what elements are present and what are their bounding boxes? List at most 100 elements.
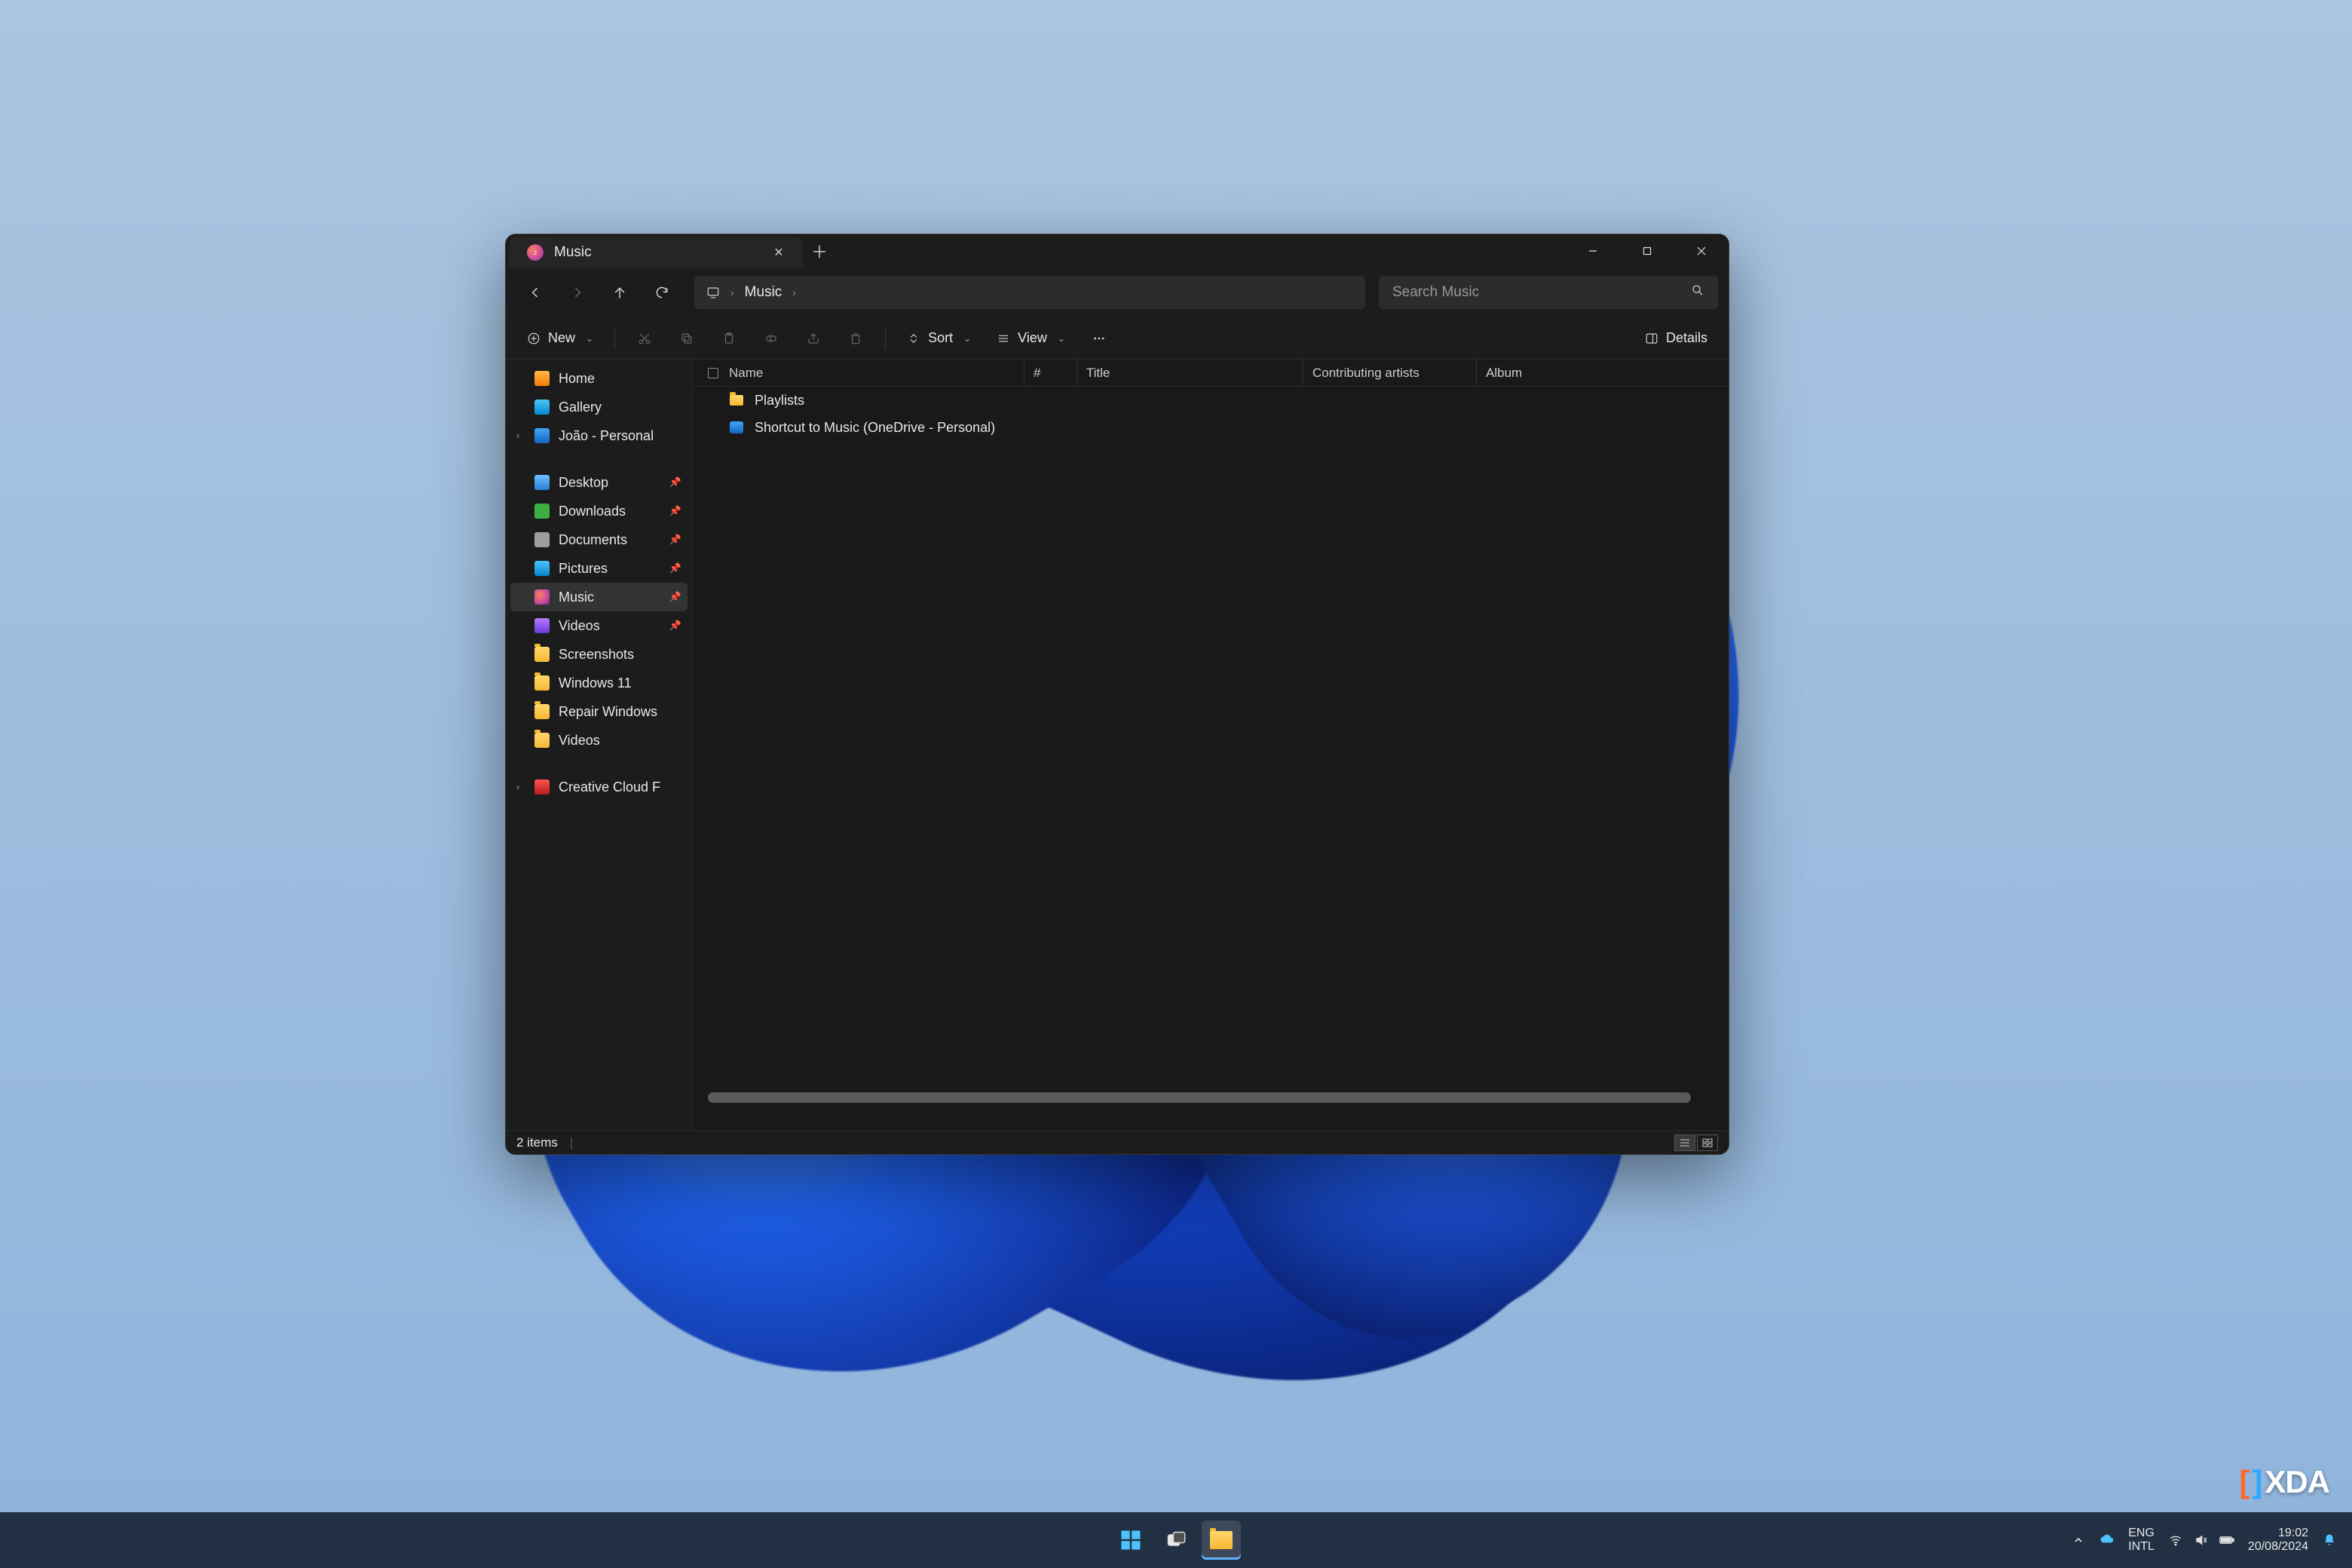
- column-album[interactable]: Album: [1477, 360, 1628, 386]
- sort-button[interactable]: Sort⌄: [896, 323, 982, 354]
- share-icon: [807, 332, 820, 345]
- details-pane-icon: [1645, 332, 1658, 345]
- delete-button[interactable]: [837, 323, 874, 354]
- windows-icon: [1119, 1529, 1142, 1551]
- paste-button[interactable]: [710, 323, 748, 354]
- trash-icon: [849, 332, 862, 345]
- back-button[interactable]: [516, 276, 554, 309]
- pin-icon: 📌: [669, 591, 681, 603]
- sidebar-item-gallery[interactable]: Gallery: [510, 393, 688, 421]
- start-button[interactable]: [1111, 1521, 1150, 1560]
- close-tab-button[interactable]: ✕: [768, 242, 789, 263]
- sidebar-item-home[interactable]: Home: [510, 364, 688, 393]
- rename-button[interactable]: [752, 323, 790, 354]
- share-button[interactable]: [795, 323, 832, 354]
- clipboard-icon: [722, 332, 736, 345]
- list-icon: [997, 332, 1010, 345]
- folder-icon: [1210, 1531, 1233, 1549]
- close-window-button[interactable]: [1674, 234, 1729, 268]
- column-title[interactable]: Title: [1077, 360, 1303, 386]
- titlebar: ♪ Music ✕ ＋: [506, 234, 1729, 268]
- sidebar-item-creative-cloud[interactable]: ›Creative Cloud F: [510, 773, 688, 801]
- column-headers: Name # Title Contributing artists Album: [693, 360, 1729, 387]
- pin-icon: 📌: [669, 620, 681, 632]
- sidebar-item-documents[interactable]: Documents📌: [510, 525, 688, 554]
- pictures-icon: [534, 561, 550, 576]
- watermark: []XDA: [2239, 1464, 2329, 1500]
- sidebar-item-personal[interactable]: ›João - Personal: [510, 421, 688, 450]
- chevron-right-icon: ›: [730, 286, 734, 299]
- onedrive-icon: [534, 428, 550, 443]
- sidebar-item-videos[interactable]: Videos📌: [510, 611, 688, 640]
- up-button[interactable]: [601, 276, 639, 309]
- folder-icon: [729, 393, 744, 408]
- file-explorer-taskbar-button[interactable]: [1202, 1521, 1241, 1560]
- sidebar-item-desktop[interactable]: Desktop📌: [510, 468, 688, 497]
- chevron-right-icon: ›: [792, 286, 796, 299]
- language-indicator[interactable]: ENG INTL: [2128, 1527, 2154, 1554]
- videos-icon: [534, 618, 550, 633]
- taskview-icon: [1165, 1530, 1187, 1551]
- column-name[interactable]: Name: [708, 360, 1024, 386]
- search-icon: [1691, 283, 1704, 302]
- music-icon: [534, 590, 550, 605]
- column-contributing[interactable]: Contributing artists: [1303, 360, 1477, 386]
- sidebar-item-screenshots[interactable]: Screenshots: [510, 640, 688, 669]
- sidebar-item-repair[interactable]: Repair Windows: [510, 697, 688, 726]
- clock[interactable]: 19:02 20/08/2024: [2248, 1527, 2308, 1554]
- sidebar-item-downloads[interactable]: Downloads📌: [510, 497, 688, 525]
- more-button[interactable]: [1080, 323, 1118, 354]
- navigation-row: › Music › Search Music: [506, 268, 1729, 317]
- item-count: 2 items: [516, 1135, 558, 1150]
- tab-title: Music: [554, 244, 758, 261]
- tab-music[interactable]: ♪ Music ✕: [509, 237, 803, 268]
- volume-icon: [2194, 1533, 2209, 1548]
- gallery-icon: [534, 400, 550, 415]
- scissors-icon: [638, 332, 651, 345]
- new-tab-button[interactable]: ＋: [803, 234, 836, 268]
- onedrive-tray-icon[interactable]: [2099, 1533, 2115, 1548]
- address-segment[interactable]: Music: [745, 284, 782, 301]
- folder-icon: [534, 704, 550, 719]
- taskbar[interactable]: ENG INTL 19:02 20/08/2024: [0, 1512, 2352, 1568]
- folder-icon: [534, 647, 550, 662]
- sidebar-item-pictures[interactable]: Pictures📌: [510, 554, 688, 583]
- forward-button[interactable]: [559, 276, 596, 309]
- toolbar: New⌄ Sort⌄ View⌄ Details: [506, 317, 1729, 360]
- details-button[interactable]: Details: [1634, 323, 1718, 354]
- search-input[interactable]: Search Music: [1379, 276, 1718, 309]
- shortcut-icon: [729, 420, 744, 435]
- tray-expand-button[interactable]: [2071, 1533, 2086, 1548]
- sidebar-item-music[interactable]: Music📌: [510, 583, 688, 611]
- new-button[interactable]: New⌄: [516, 323, 604, 354]
- battery-icon: [2219, 1533, 2234, 1548]
- file-row-playlists[interactable]: Playlists: [693, 387, 1729, 414]
- plus-circle-icon: [527, 332, 541, 345]
- folder-icon: [534, 675, 550, 691]
- navigation-pane[interactable]: Home Gallery ›João - Personal Desktop📌 D…: [506, 360, 693, 1130]
- sidebar-item-windows11[interactable]: Windows 11: [510, 669, 688, 697]
- details-view-button[interactable]: [1674, 1135, 1695, 1151]
- sidebar-item-videos2[interactable]: Videos: [510, 726, 688, 755]
- thumbnails-view-button[interactable]: [1697, 1135, 1718, 1151]
- sort-icon: [907, 332, 920, 345]
- wifi-icon: [2168, 1533, 2183, 1548]
- notifications-button[interactable]: [2322, 1533, 2337, 1548]
- pin-icon: 📌: [669, 562, 681, 574]
- pin-icon: 📌: [669, 476, 681, 488]
- view-button[interactable]: View⌄: [986, 323, 1076, 354]
- column-number[interactable]: #: [1024, 360, 1077, 386]
- refresh-button[interactable]: [643, 276, 681, 309]
- address-bar[interactable]: › Music ›: [694, 276, 1365, 309]
- file-list-area: Name # Title Contributing artists Album …: [693, 360, 1729, 1130]
- horizontal-scrollbar[interactable]: [708, 1092, 1691, 1103]
- minimize-button[interactable]: [1566, 234, 1620, 268]
- desktop-icon: [534, 475, 550, 490]
- maximize-button[interactable]: [1620, 234, 1674, 268]
- system-tray[interactable]: [2168, 1533, 2234, 1548]
- select-all-checkbox[interactable]: [708, 368, 718, 378]
- file-row-shortcut[interactable]: Shortcut to Music (OneDrive - Personal): [693, 414, 1729, 441]
- taskview-button[interactable]: [1156, 1521, 1196, 1560]
- cut-button[interactable]: [626, 323, 663, 354]
- copy-button[interactable]: [668, 323, 706, 354]
